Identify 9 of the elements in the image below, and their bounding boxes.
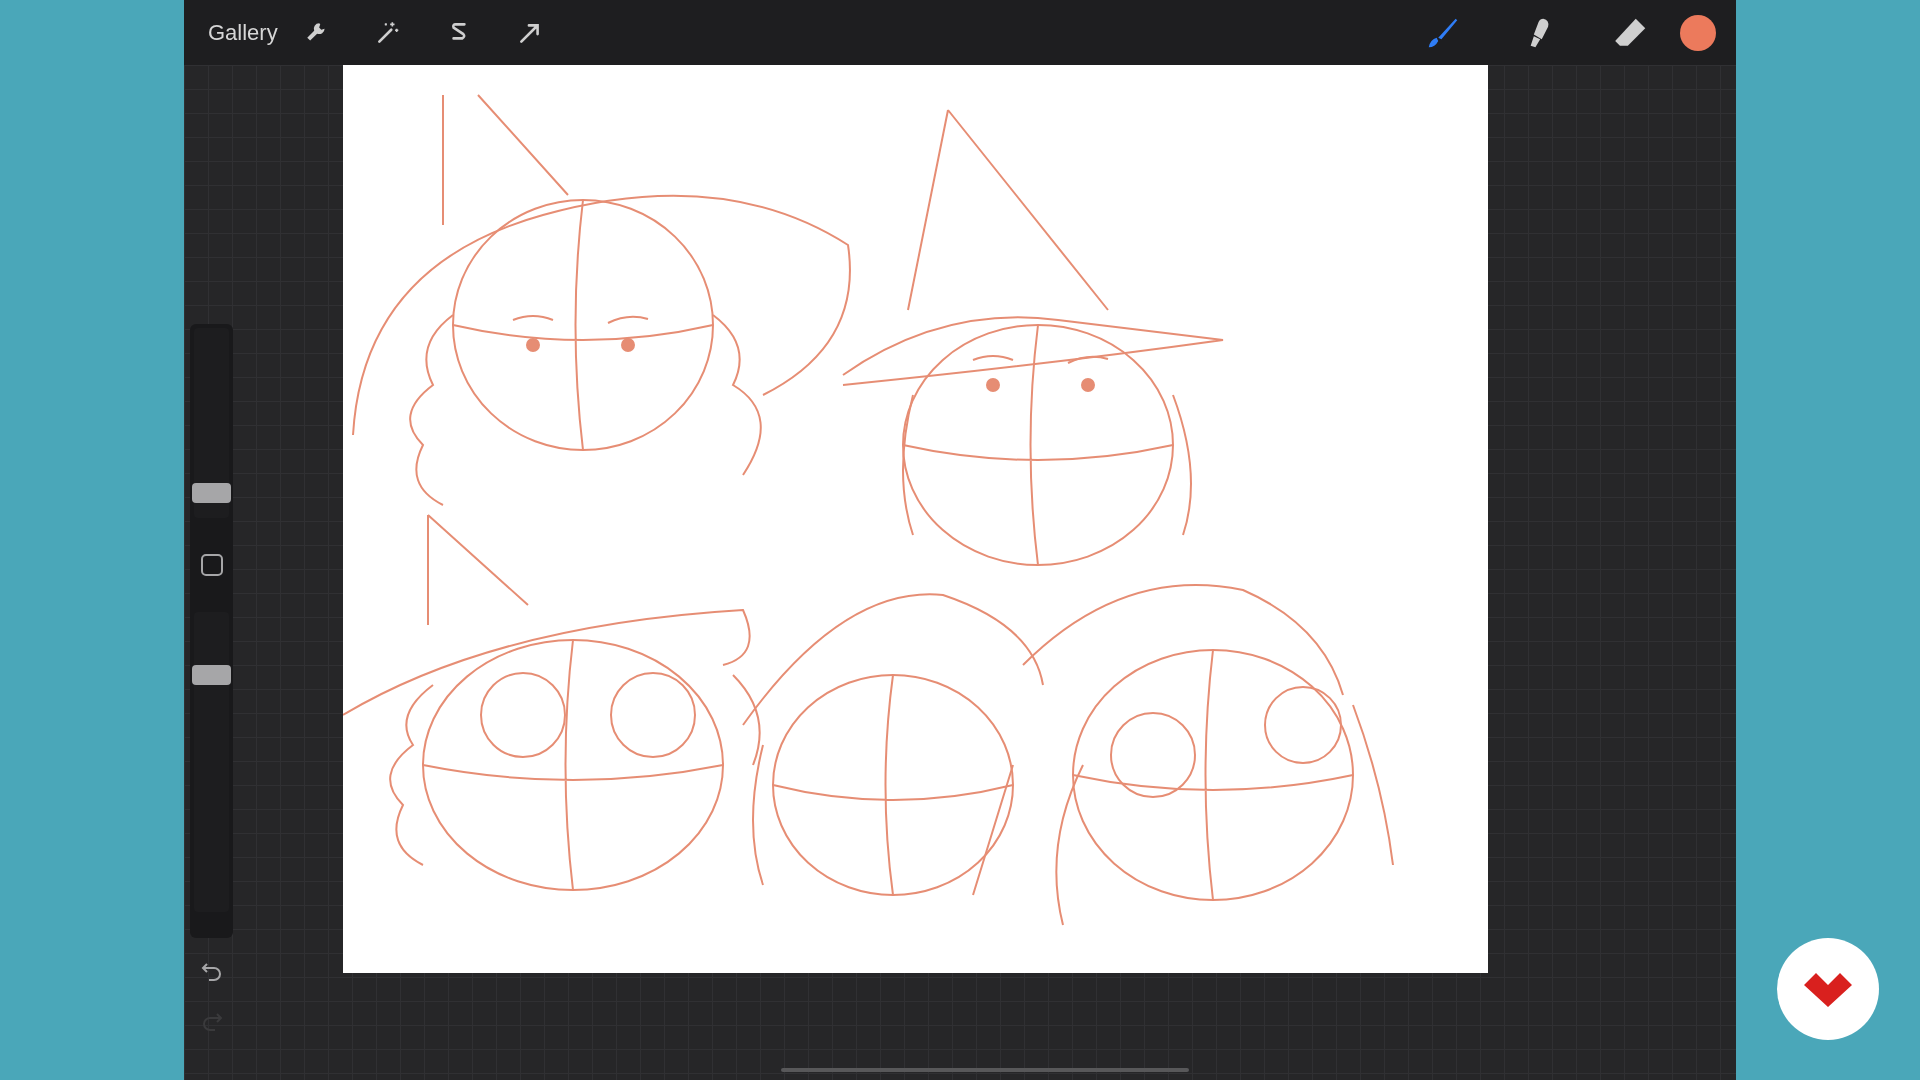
modify-button[interactable] — [200, 554, 223, 576]
undo-icon[interactable] — [200, 962, 223, 982]
color-swatch[interactable] — [1680, 14, 1716, 51]
gallery-button[interactable]: Gallery — [208, 15, 278, 50]
opacity-track[interactable] — [194, 612, 229, 912]
opacity-slider[interactable] — [192, 665, 231, 685]
brush-size-slider[interactable] — [192, 483, 231, 504]
heart-logo-icon — [1802, 971, 1854, 1007]
brush-size-track[interactable] — [194, 328, 229, 518]
